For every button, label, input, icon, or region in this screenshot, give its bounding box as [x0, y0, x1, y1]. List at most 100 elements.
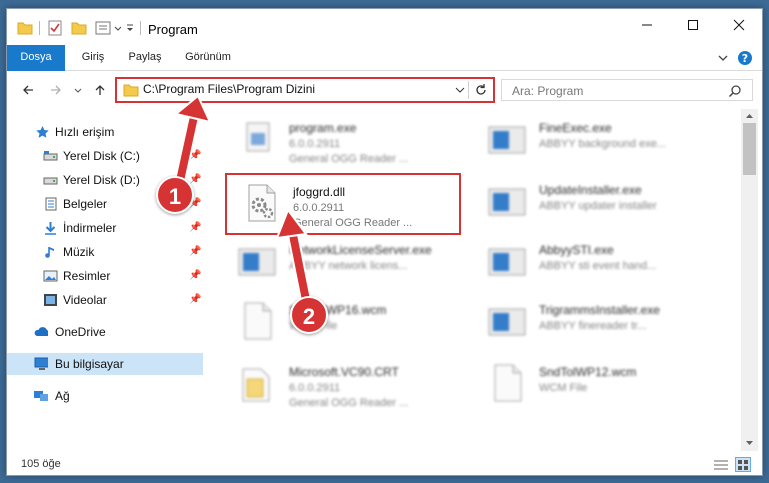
- tab-home[interactable]: Giriş: [73, 45, 113, 70]
- toolbar-separator: [39, 21, 40, 35]
- dll-gear-icon: [248, 184, 276, 222]
- tab-view[interactable]: Görünüm: [177, 45, 239, 70]
- blank-file-icon: [494, 364, 522, 402]
- file-list: program.exe 6.0.0.2911 General OGG Reade…: [213, 109, 743, 451]
- tab-share[interactable]: Paylaş: [121, 45, 169, 70]
- expand-ribbon-icon[interactable]: [715, 50, 731, 66]
- step-1-callout: 1: [156, 176, 194, 214]
- file-item-program-exe[interactable]: program.exe 6.0.0.2911 General OGG Reade…: [223, 111, 463, 171]
- address-row: C:\Program Files\Program Dizini Ara: Pro…: [7, 71, 762, 109]
- sidebar-item-this-pc[interactable]: Bu bilgisayar: [7, 353, 203, 375]
- documents-icon: [45, 197, 57, 211]
- svg-text:?: ?: [742, 52, 748, 65]
- sidebar-item-pictures[interactable]: Resimler 📌: [7, 265, 203, 287]
- file-item-fineexec[interactable]: FineExec.exe ABBYY background exe...: [473, 111, 713, 171]
- new-folder-icon[interactable]: [71, 20, 87, 36]
- cloud-icon: [34, 327, 48, 336]
- customize-toolbar-icon[interactable]: [125, 20, 135, 36]
- pin-icon: 📌: [189, 150, 202, 161]
- vertical-scrollbar[interactable]: [741, 109, 758, 451]
- large-icons-view-icon[interactable]: [735, 457, 751, 472]
- file-description: ABBYY sti event hand...: [539, 260, 657, 272]
- pin-icon: 📌: [189, 246, 202, 257]
- sidebar-item-label: Müzik: [63, 245, 95, 259]
- recent-locations-icon[interactable]: [73, 83, 87, 97]
- file-version: 6.0.0.2911: [293, 202, 345, 214]
- folder-icon: [17, 22, 33, 35]
- chevron-down-icon[interactable]: [113, 20, 123, 36]
- pin-icon: 📌: [189, 174, 202, 185]
- properties-icon[interactable]: [47, 20, 63, 36]
- file-name: jfoggrd.dll: [293, 185, 346, 199]
- file-description: ABBYY background exe...: [539, 138, 666, 150]
- sidebar-item-videos[interactable]: Videolar 📌: [7, 289, 203, 311]
- music-icon: [45, 247, 54, 258]
- exe-icon: [246, 122, 270, 152]
- step-2-callout: 2: [290, 296, 328, 334]
- forward-arrow-icon[interactable]: [49, 83, 63, 97]
- file-item-networklicenseserver[interactable]: NetworkLicenseServer.exe ABBYY network l…: [223, 233, 463, 293]
- file-item-microsoft-vc90-crt[interactable]: Microsoft.VC90.CRT 6.0.0.2911 General OG…: [223, 355, 463, 415]
- file-item-sndtolwp16[interactable]: SndTolWP16.wcm WCM File: [223, 293, 463, 353]
- maximize-button[interactable]: [670, 9, 716, 41]
- search-placeholder: Ara: Program: [512, 84, 584, 98]
- file-description: General OGG Reader ...: [293, 217, 413, 229]
- file-item-trigrammsinstaller[interactable]: TrigrammsInstaller.exe ABBYY finereader …: [473, 293, 713, 353]
- minimize-button[interactable]: [624, 9, 670, 41]
- file-description: ABBYY updater installer: [539, 200, 657, 212]
- sidebar-item-label: Bu bilgisayar: [55, 357, 124, 371]
- sidebar-item-local-disk-c[interactable]: Yerel Disk (C:) 📌: [7, 145, 203, 167]
- search-box[interactable]: Ara: Program: [501, 79, 753, 101]
- sidebar-item-label: Resimler: [63, 269, 111, 283]
- details-view-icon[interactable]: [713, 458, 729, 472]
- address-path-area[interactable]: C:\Program Files\Program Dizini: [119, 81, 469, 99]
- file-version: 6.0.0.2911: [289, 382, 341, 394]
- blank-file-icon: [244, 302, 272, 340]
- sidebar-item-network[interactable]: Ağ: [7, 385, 203, 407]
- help-icon[interactable]: ?: [737, 50, 753, 66]
- scroll-up-icon[interactable]: [745, 112, 754, 120]
- file-description: General OGG Reader ...: [289, 153, 409, 165]
- network-icon: [34, 391, 48, 401]
- sidebar-item-downloads[interactable]: İndirmeler 📌: [7, 217, 203, 239]
- address-dropdown-icon[interactable]: [455, 84, 465, 96]
- close-button[interactable]: [716, 9, 762, 41]
- back-arrow-icon[interactable]: [21, 83, 35, 97]
- file-description: General OGG Reader ...: [289, 397, 409, 409]
- scroll-thumb[interactable]: [743, 123, 756, 175]
- sidebar-item-label: İndirmeler: [63, 221, 117, 235]
- sidebar-item-label: Belgeler: [63, 197, 108, 211]
- file-item-jfoggrd-dll[interactable]: jfoggrd.dll 6.0.0.2911 General OGG Reade…: [225, 173, 461, 235]
- file-version: 6.0.0.2911: [289, 138, 341, 150]
- file-name: FineExec.exe: [539, 121, 612, 135]
- file-item-abbyysti[interactable]: AbbyySTI.exe ABBYY sti event hand...: [473, 233, 713, 293]
- file-name: Microsoft.VC90.CRT: [289, 365, 399, 379]
- scroll-down-icon[interactable]: [745, 439, 754, 447]
- ribbon-tabs: Dosya Giriş Paylaş Görünüm ?: [7, 45, 762, 105]
- refresh-icon[interactable]: [473, 82, 489, 98]
- file-item-updateinstaller[interactable]: UpdateInstaller.exe ABBYY updater instal…: [473, 173, 713, 233]
- folder-doc-icon: [242, 368, 270, 402]
- pin-icon: 📌: [189, 222, 202, 233]
- view-options-icon[interactable]: [95, 20, 111, 36]
- explorer-window: Program Dosya Giriş Paylaş Görünüm ? C:\…: [6, 8, 763, 476]
- sidebar-item-music[interactable]: Müzik 📌: [7, 241, 203, 263]
- file-item-sndtolwp12[interactable]: SndTolWP12.wcm WCM File: [473, 355, 713, 415]
- item-count: 105 öğe: [21, 458, 61, 470]
- title-separator: [140, 21, 141, 35]
- search-icon[interactable]: [728, 84, 742, 98]
- pin-icon: 📌: [189, 270, 202, 281]
- up-arrow-icon[interactable]: [93, 83, 107, 97]
- file-name: NetworkLicenseServer.exe: [289, 243, 432, 257]
- file-name: UpdateInstaller.exe: [539, 183, 642, 197]
- sidebar-item-label: Hızlı erişim: [55, 125, 115, 139]
- app-window-icon: [488, 308, 526, 336]
- sidebar-item-onedrive[interactable]: OneDrive: [7, 321, 203, 343]
- sidebar-item-label: OneDrive: [55, 325, 106, 339]
- sidebar-item-quick-access[interactable]: Hızlı erişim: [7, 121, 203, 143]
- computer-icon: [34, 357, 48, 370]
- address-bar[interactable]: C:\Program Files\Program Dizini: [115, 77, 495, 103]
- file-type: WCM File: [539, 382, 588, 394]
- sidebar-item-label: Yerel Disk (C:): [63, 149, 140, 163]
- maximize-icon: [688, 20, 698, 30]
